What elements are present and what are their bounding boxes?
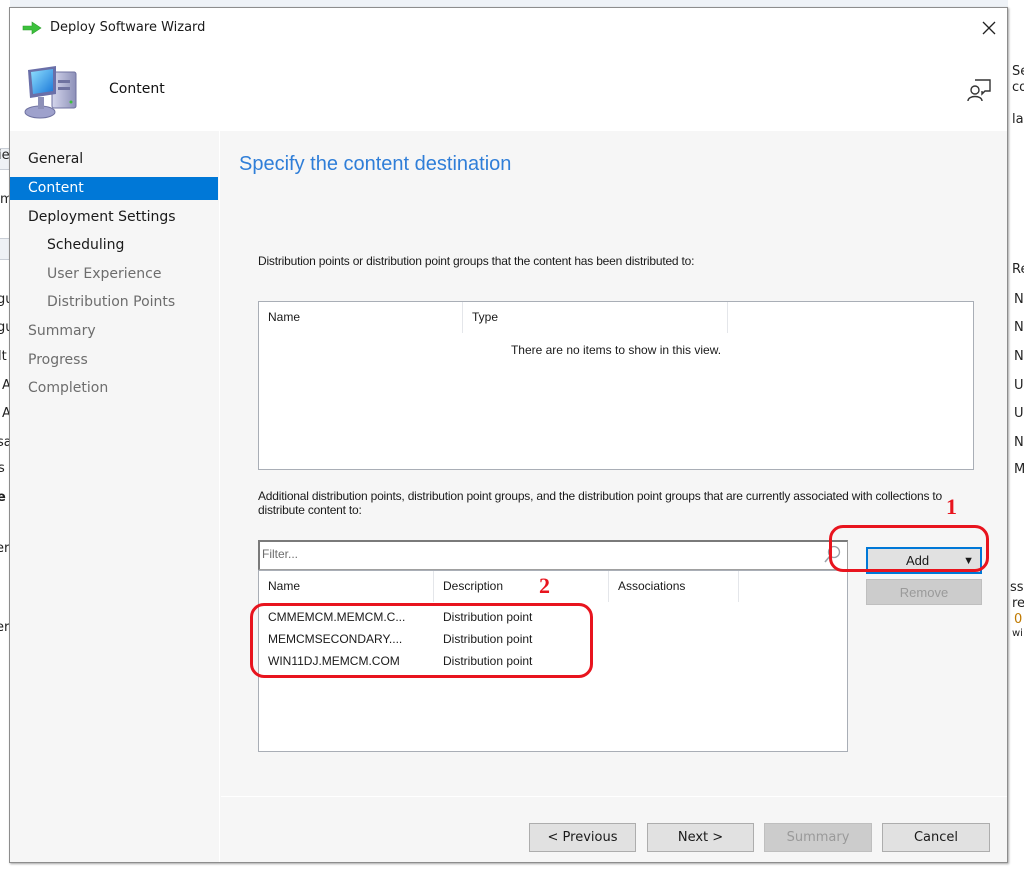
background-text: s <box>0 461 5 476</box>
feedback-button[interactable] <box>965 76 993 104</box>
dialog-title: Deploy Software Wizard <box>50 20 206 35</box>
background-text: Se <box>1012 64 1024 79</box>
additional-destinations-label: Additional distribution points, distribu… <box>258 489 943 517</box>
column-header-description[interactable]: Description <box>434 571 609 602</box>
wizard-content-pane: Specify the content destination Distribu… <box>221 131 1007 862</box>
nav-item-completion[interactable]: Completion <box>10 377 218 400</box>
computer-icon <box>24 66 77 119</box>
footer-divider <box>221 796 1007 797</box>
annotation-number-1: 1 <box>946 494 957 519</box>
title-bar: Deploy Software Wizard <box>22 20 205 35</box>
column-header-type[interactable]: Type <box>463 302 728 333</box>
row-description: Distribution point <box>443 654 533 668</box>
current-page-name: Content <box>109 81 165 97</box>
background-text: er <box>0 541 10 556</box>
distributed-content-list[interactable]: Name Type There are no items to show in … <box>258 301 974 470</box>
summary-button[interactable]: Summary <box>764 823 872 852</box>
add-button[interactable]: Add ▼ <box>866 547 982 574</box>
wizard-step-navigation: General Content Deployment Settings Sche… <box>10 131 220 862</box>
column-header-name[interactable]: Name <box>259 571 434 602</box>
feedback-icon <box>967 79 991 102</box>
remove-button[interactable]: Remove <box>866 579 982 605</box>
table-row[interactable]: CMMEMCM.MEMCM.C... Distribution point <box>259 606 847 628</box>
background-text: N <box>1014 292 1024 307</box>
wizard-header: Deploy Software Wizard Content <box>10 8 1007 131</box>
search-icon[interactable] <box>823 545 841 565</box>
background-text: er <box>0 620 10 635</box>
filter-box[interactable] <box>258 540 848 570</box>
row-name: MEMCMSECONDARY.... <box>268 632 403 646</box>
add-button-label: Add <box>906 553 930 568</box>
nav-item-scheduling[interactable]: Scheduling <box>10 234 218 257</box>
background-text: N <box>1014 435 1024 450</box>
row-description: Distribution point <box>443 632 533 646</box>
additional-destinations-list[interactable]: Name Description Associations CMMEMCM.ME… <box>258 570 848 752</box>
filter-input[interactable] <box>262 544 807 564</box>
column-header-associations[interactable]: Associations <box>609 571 739 602</box>
column-header-blank <box>739 571 847 602</box>
nav-item-summary[interactable]: Summary <box>10 320 218 343</box>
previous-button[interactable]: < Previous <box>529 823 636 852</box>
table-row[interactable]: MEMCMSECONDARY.... Distribution point <box>259 628 847 650</box>
background-text: e <box>0 490 6 505</box>
row-name: CMMEMCM.MEMCM.C... <box>268 610 406 624</box>
background-text: 0 <box>1014 612 1023 627</box>
background-text: Re <box>1012 262 1024 277</box>
next-button[interactable]: Next > <box>647 823 754 852</box>
close-button[interactable] <box>977 16 1001 40</box>
background-text: U <box>1014 378 1024 393</box>
background-text: M <box>1014 462 1024 477</box>
column-header-blank <box>728 302 973 333</box>
column-header-name[interactable]: Name <box>259 302 463 333</box>
background-text: N <box>1014 320 1024 335</box>
background-text: ss <box>1010 580 1024 595</box>
background-right-pane: Se co la Re N N N U U N M ss re 0 wi <box>1008 0 1024 874</box>
dropdown-arrow-icon: ▼ <box>963 554 974 567</box>
annotation-number-2: 2 <box>539 573 550 598</box>
background-text: wi <box>1012 628 1023 639</box>
nav-item-progress[interactable]: Progress <box>10 349 218 372</box>
nav-item-distribution-points[interactable]: Distribution Points <box>10 291 218 314</box>
distributed-to-label: Distribution points or distribution poin… <box>258 254 695 268</box>
nav-item-user-experience[interactable]: User Experience <box>10 263 218 286</box>
background-text: la <box>1012 112 1024 127</box>
row-description: Distribution point <box>443 610 533 624</box>
table-row[interactable]: WIN11DJ.MEMCM.COM Distribution point <box>259 650 847 672</box>
empty-list-message: There are no items to show in this view. <box>510 343 722 357</box>
page-heading: Specify the content destination <box>239 153 512 175</box>
green-arrow-icon <box>22 20 42 35</box>
close-icon <box>982 21 996 35</box>
deploy-software-wizard-dialog: Deploy Software Wizard Content General C… <box>9 7 1008 863</box>
nav-item-deployment-settings[interactable]: Deployment Settings <box>10 206 218 229</box>
background-text: co <box>1012 80 1024 95</box>
background-text: N <box>1014 349 1024 364</box>
nav-item-general[interactable]: General <box>10 148 218 171</box>
background-top-strip <box>0 0 1024 7</box>
background-text: re <box>1012 596 1024 611</box>
row-name: WIN11DJ.MEMCM.COM <box>268 654 400 668</box>
background-text: lt <box>0 349 7 364</box>
background-text: U <box>1014 406 1024 421</box>
cancel-button[interactable]: Cancel <box>882 823 990 852</box>
nav-item-content[interactable]: Content <box>10 177 218 200</box>
